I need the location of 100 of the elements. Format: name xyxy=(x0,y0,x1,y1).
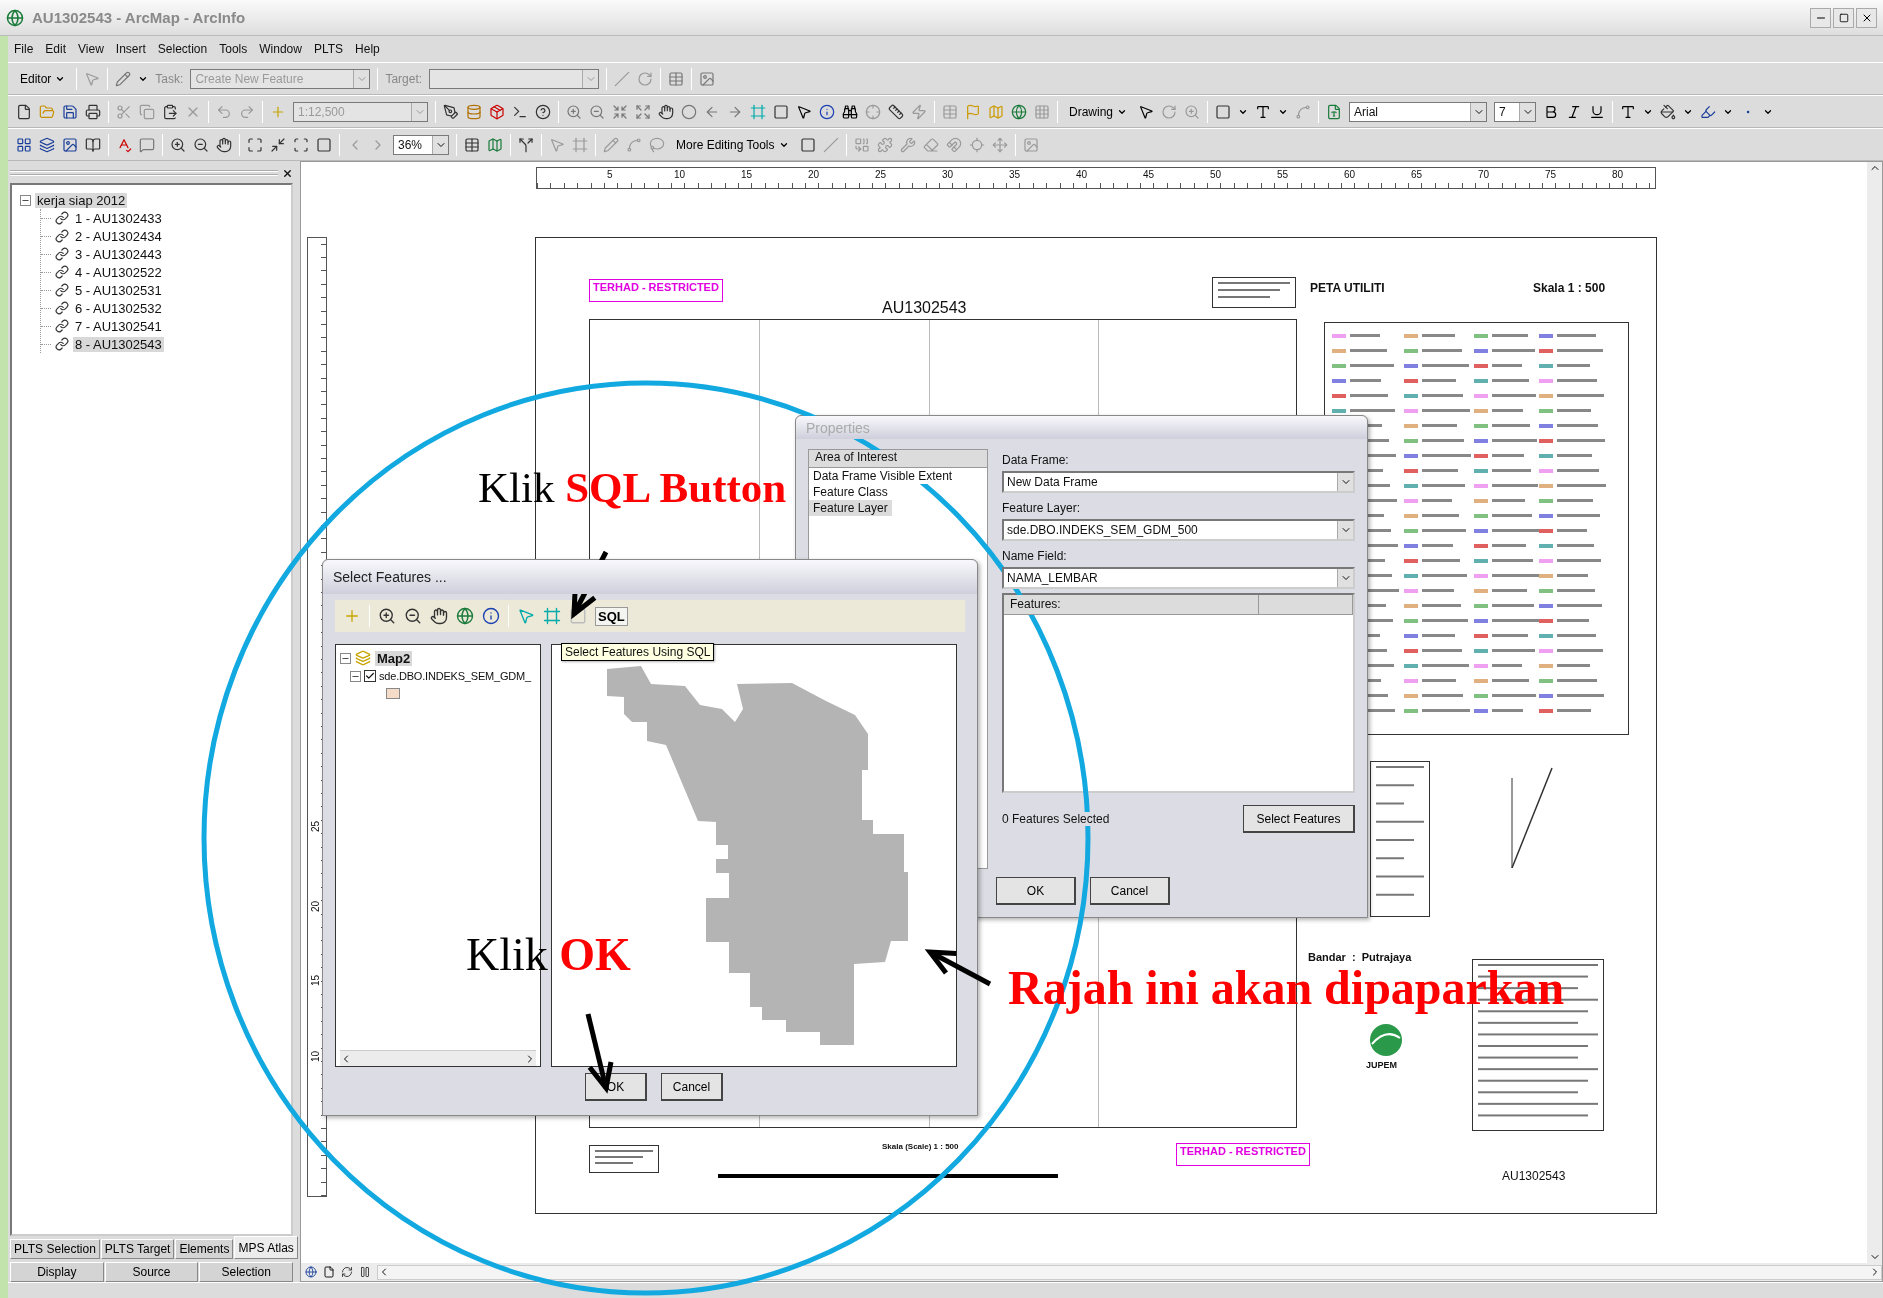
collapse-toggle[interactable] xyxy=(350,670,361,682)
menu-item[interactable]: Help xyxy=(355,42,380,56)
cut-icon[interactable] xyxy=(116,103,132,120)
open-folder-icon[interactable] xyxy=(39,103,55,120)
grid-icon[interactable] xyxy=(1034,103,1050,120)
select-elements-pointer-icon[interactable] xyxy=(1138,103,1154,120)
tab[interactable]: MPS Atlas xyxy=(234,1236,298,1259)
name-field-combobox[interactable]: NAMA_LEMBAR xyxy=(1002,567,1355,589)
layers-icon[interactable] xyxy=(39,136,55,153)
layer-checkbox[interactable] xyxy=(364,670,376,682)
sketch-icon[interactable] xyxy=(603,136,619,153)
undo-icon[interactable] xyxy=(216,103,232,120)
tab[interactable]: Elements xyxy=(175,1239,234,1259)
font-combobox[interactable]: Arial xyxy=(1349,101,1487,122)
zoom-whole-page-icon[interactable] xyxy=(247,136,263,153)
rotate-tool-icon[interactable] xyxy=(637,70,654,87)
pan-page-icon[interactable] xyxy=(216,136,232,153)
more-editing-tools-button[interactable]: More Editing Tools xyxy=(672,135,793,154)
text-tool-icon[interactable] xyxy=(1255,103,1271,120)
save-icon[interactable] xyxy=(62,103,78,120)
editor-menu-button[interactable]: Editor xyxy=(16,69,70,88)
menu-item[interactable]: Tools xyxy=(219,42,248,56)
arc-icon[interactable] xyxy=(626,136,642,153)
zoom-out-icon[interactable] xyxy=(404,607,422,625)
identify-icon[interactable] xyxy=(482,607,500,625)
erase-icon[interactable] xyxy=(922,136,939,153)
page-layout-icon[interactable] xyxy=(16,136,32,153)
sketch-tool-icon[interactable] xyxy=(115,70,132,87)
square-tool-icon[interactable] xyxy=(799,136,816,153)
move-icon[interactable] xyxy=(991,136,1008,153)
minimize-button[interactable] xyxy=(1810,7,1831,28)
find-icon[interactable] xyxy=(842,103,858,120)
fixed-zoom-page-icon[interactable] xyxy=(270,136,286,153)
select-elements-icon[interactable] xyxy=(796,103,812,120)
feature-layer-combobox[interactable]: sde.DBO.INDEKS_SEM_GDM_500 xyxy=(1002,519,1355,541)
menu-item[interactable]: Insert xyxy=(115,42,146,56)
refresh-icon[interactable] xyxy=(341,1266,353,1278)
paste-icon[interactable] xyxy=(162,103,178,120)
tree-item[interactable]: Map2 xyxy=(375,650,413,666)
tree-item[interactable]: 2 - AU1302434 xyxy=(73,228,164,244)
new-document-icon[interactable] xyxy=(16,103,32,120)
tree-item[interactable]: sde.DBO.INDEKS_SEM_GDM_ xyxy=(379,670,531,682)
tree-item[interactable]: kerja siap 2012 xyxy=(35,192,128,208)
zoom-combobox[interactable]: 36% xyxy=(393,134,449,155)
zoom-in-icon[interactable] xyxy=(378,607,396,625)
locate-icon[interactable] xyxy=(968,136,985,153)
tree-item[interactable]: 5 - AU1302531 xyxy=(73,282,164,298)
tab[interactable]: Display xyxy=(10,1262,104,1282)
collapse-toggle[interactable] xyxy=(340,652,351,664)
rectangle-icon[interactable] xyxy=(1215,103,1231,120)
tree-item[interactable]: 1 - AU1302433 xyxy=(73,210,164,226)
zoom-in-page-icon[interactable] xyxy=(170,136,186,153)
tree-item[interactable]: 7 - AU1302541 xyxy=(73,318,164,334)
globe-icon[interactable] xyxy=(1011,103,1027,120)
toolbox-icon[interactable] xyxy=(489,103,505,120)
sql-button[interactable]: SQL xyxy=(595,606,628,626)
font-size-combobox[interactable]: 7 xyxy=(1494,101,1536,122)
trace-icon[interactable] xyxy=(649,136,665,153)
rotate-icon[interactable] xyxy=(1161,103,1177,120)
menu-item[interactable]: View xyxy=(78,42,104,56)
help-pointer-icon[interactable] xyxy=(535,103,551,120)
bold-icon[interactable] xyxy=(1543,103,1559,120)
font-color-icon[interactable] xyxy=(1620,103,1636,120)
menu-item[interactable]: File xyxy=(14,42,34,56)
close-button[interactable] xyxy=(1856,7,1877,28)
font-type-icon[interactable] xyxy=(1326,103,1342,120)
line-color-icon[interactable] xyxy=(1700,103,1716,120)
tab[interactable]: Source xyxy=(104,1262,199,1282)
comment-icon[interactable] xyxy=(139,136,155,153)
menu-item[interactable]: Window xyxy=(259,42,302,56)
ok-button[interactable]: OK xyxy=(996,877,1076,905)
edit-pointer-icon[interactable] xyxy=(84,70,101,87)
italic-icon[interactable] xyxy=(1566,103,1582,120)
drawing-menu-button[interactable]: Drawing xyxy=(1065,102,1131,121)
measure-icon[interactable] xyxy=(888,103,904,120)
table-icon[interactable] xyxy=(942,103,958,120)
spelling-icon[interactable] xyxy=(116,136,132,153)
tree-item[interactable]: 4 - AU1302522 xyxy=(73,264,164,280)
repair-icon[interactable] xyxy=(899,136,916,153)
picture-icon[interactable] xyxy=(62,136,78,153)
tree-item[interactable]: 8 - AU1302543 xyxy=(73,336,164,352)
print-icon[interactable] xyxy=(85,103,101,120)
pan-icon[interactable] xyxy=(658,103,674,120)
zoom-out-page-icon[interactable] xyxy=(193,136,209,153)
tree-item[interactable]: 6 - AU1302532 xyxy=(73,300,164,316)
tree-item[interactable]: 3 - AU1302443 xyxy=(73,246,164,262)
redo-icon[interactable] xyxy=(239,103,255,120)
zoom-selected-icon[interactable] xyxy=(1184,103,1200,120)
edit-tool-icon[interactable] xyxy=(549,136,565,153)
close-icon[interactable] xyxy=(282,167,293,179)
cancel-button[interactable]: Cancel xyxy=(661,1073,723,1101)
fill-color-icon[interactable] xyxy=(1660,103,1676,120)
maximize-button[interactable] xyxy=(1833,7,1854,28)
collapse-toggle[interactable] xyxy=(20,194,31,206)
pan-icon[interactable] xyxy=(430,607,448,625)
menu-item[interactable]: Selection xyxy=(157,42,208,56)
pause-icon[interactable] xyxy=(359,1266,371,1278)
menu-item[interactable]: Edit xyxy=(45,42,67,56)
edit-vertices-icon[interactable] xyxy=(1295,103,1311,120)
data-frame-combobox[interactable]: New Data Frame xyxy=(1002,471,1355,493)
